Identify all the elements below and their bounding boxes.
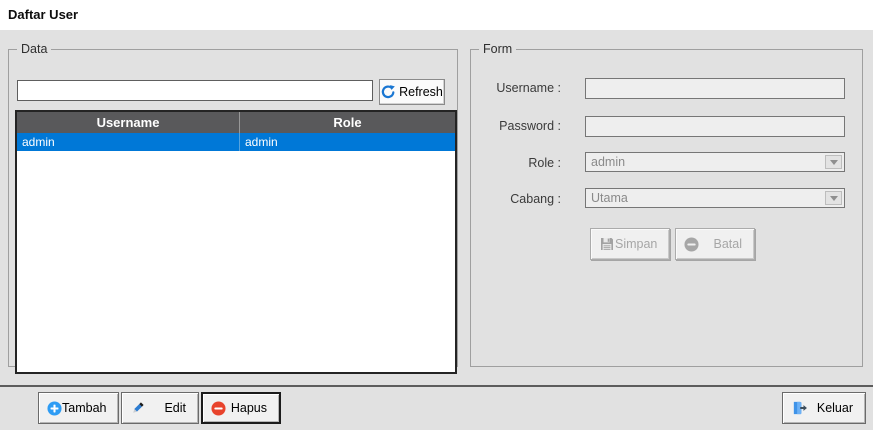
refresh-icon: [381, 85, 395, 99]
search-input[interactable]: [17, 80, 373, 101]
form-group-label: Form: [483, 42, 513, 56]
edit-button[interactable]: Edit: [121, 392, 199, 424]
table-row[interactable]: admin admin: [17, 133, 455, 151]
cabang-label: Cabang :: [510, 192, 561, 206]
cancel-minus-icon: [684, 236, 699, 252]
simpan-button-label: Simpan: [615, 237, 658, 251]
cell-username: admin: [17, 133, 240, 151]
batal-button: Batal: [675, 228, 755, 260]
form-groupbox: Form Username : Password : Role : admin …: [470, 42, 863, 367]
edit-pencil-icon: [130, 401, 145, 416]
password-field: [585, 116, 845, 137]
main-panel: Data Refresh Username Role admin admin F…: [0, 30, 873, 385]
column-header-username[interactable]: Username: [17, 112, 240, 133]
chevron-down-icon: [829, 159, 838, 165]
role-label: Role :: [528, 156, 561, 170]
cabang-select: Utama: [585, 188, 845, 208]
delete-minus-icon: [211, 400, 226, 416]
keluar-button[interactable]: Keluar: [782, 392, 866, 424]
cabang-dropdown-button: [825, 191, 842, 205]
batal-button-label: Batal: [713, 237, 743, 251]
role-dropdown-button: [825, 155, 842, 169]
keluar-button-label: Keluar: [816, 401, 853, 415]
daftar-user-window: Daftar User Data Refresh Username Role a…: [0, 0, 873, 430]
column-header-role[interactable]: Role: [240, 112, 455, 133]
simpan-button: Simpan: [590, 228, 670, 260]
table-header-row: Username Role: [17, 112, 455, 133]
username-field: [585, 78, 845, 99]
edit-button-label: Edit: [164, 401, 186, 415]
username-label: Username :: [496, 81, 561, 95]
chevron-down-icon: [829, 195, 838, 201]
title-bar: Daftar User: [0, 0, 873, 30]
footer-bar: Tambah Edit Hapus Keluar: [0, 387, 873, 430]
refresh-button-label: Refresh: [399, 85, 443, 99]
add-plus-icon: [47, 400, 62, 416]
page-title: Daftar User: [8, 7, 79, 22]
data-group-label: Data: [21, 42, 48, 56]
exit-door-icon: [791, 400, 808, 416]
data-groupbox: Data Refresh Username Role admin admin: [8, 42, 458, 374]
cell-role: admin: [245, 135, 278, 149]
refresh-button[interactable]: Refresh: [379, 79, 445, 105]
save-floppy-icon: [599, 236, 615, 252]
user-table: Username Role admin admin: [15, 110, 457, 374]
hapus-button-label: Hapus: [230, 401, 267, 415]
role-select: admin: [585, 152, 845, 172]
cabang-selected-value: Utama: [591, 191, 628, 205]
role-selected-value: admin: [591, 155, 626, 169]
tambah-button[interactable]: Tambah: [38, 392, 119, 424]
tambah-button-label: Tambah: [62, 401, 107, 415]
hapus-button[interactable]: Hapus: [201, 392, 281, 424]
password-label: Password :: [499, 119, 561, 133]
